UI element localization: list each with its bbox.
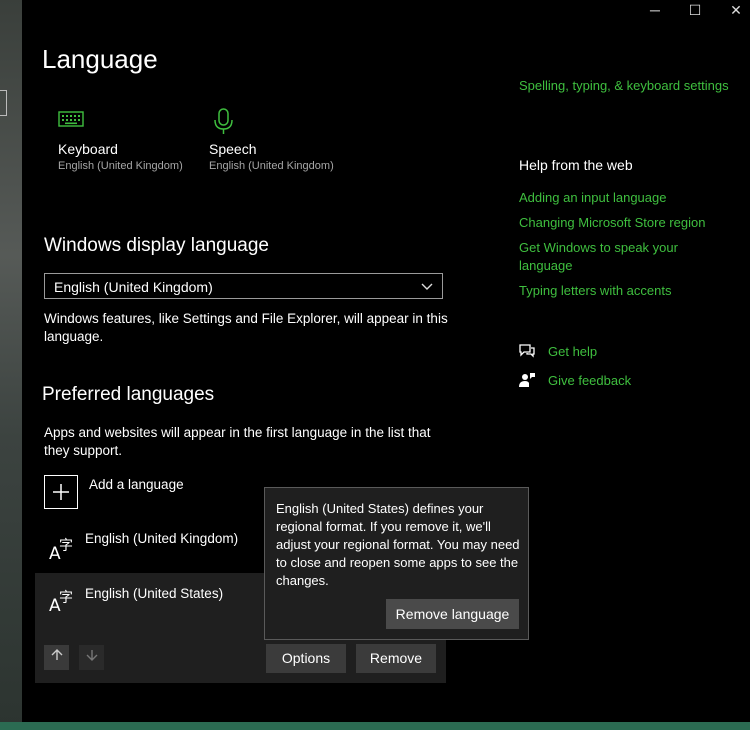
help-link-windows-speak[interactable]: Get Windows to speak your language [519,239,699,275]
move-up-button[interactable] [44,645,69,670]
add-language-button[interactable] [44,475,78,509]
get-help-link[interactable]: Get help [548,343,597,361]
keyboard-tile[interactable]: Keyboard English (United Kingdom) [58,108,208,172]
chevron-down-icon [420,274,434,308]
remove-button[interactable]: Remove [356,644,436,673]
remove-language-button[interactable]: Remove language [386,599,519,629]
help-link-adding-input-language[interactable]: Adding an input language [519,189,666,207]
options-button[interactable]: Options [266,644,346,673]
minimize-button[interactable]: ─ [635,0,675,22]
add-language-label[interactable]: Add a language [89,476,184,494]
speech-label: Speech [209,141,257,157]
display-language-description: Windows features, like Settings and File… [44,311,448,344]
svg-text:字: 字 [59,590,73,606]
preferred-languages-heading: Preferred languages [42,384,215,405]
close-button[interactable]: ✕ [716,0,750,22]
language-icon: A 字 [48,531,78,568]
speech-language: English (United Kingdom) [209,160,334,172]
keyboard-label: Keyboard [58,141,118,157]
display-language-dropdown[interactable]: English (United Kingdom) [44,273,443,299]
give-feedback-link[interactable]: Give feedback [548,372,631,390]
speech-tile[interactable]: Speech English (United Kingdom) [209,108,359,172]
page-title: Language [42,44,158,74]
spelling-typing-keyboard-link[interactable]: Spelling, typing, & keyboard settings [519,77,729,95]
plus-icon [45,484,77,512]
remove-language-flyout: English (United States) defines your reg… [264,487,529,640]
keyboard-icon [58,111,86,134]
language-icon: A 字 [48,583,78,620]
preferred-languages-description: Apps and websites will appear in the fir… [44,425,431,458]
help-link-changing-store-region[interactable]: Changing Microsoft Store region [519,214,705,232]
flyout-message: English (United States) defines your reg… [276,501,520,588]
language-name: English (United States) [85,586,224,601]
maximize-button[interactable]: ☐ [675,0,715,22]
language-name: English (United Kingdom) [85,531,239,546]
chat-bubble-icon [518,343,536,364]
display-language-value: English (United Kingdom) [54,279,213,295]
desktop-taskbar-edge [0,722,750,730]
svg-text:字: 字 [59,538,73,554]
keyboard-language: English (United Kingdom) [58,160,183,172]
display-language-heading: Windows display language [44,235,269,256]
arrow-down-icon [85,649,99,665]
desktop-background [0,0,22,730]
help-link-typing-accents[interactable]: Typing letters with accents [519,282,671,300]
move-down-button[interactable] [79,645,104,670]
microphone-icon [209,108,239,140]
arrow-up-icon [50,649,64,665]
desktop-edge-element [0,90,7,116]
feedback-icon [518,372,536,393]
help-heading: Help from the web [519,157,633,173]
